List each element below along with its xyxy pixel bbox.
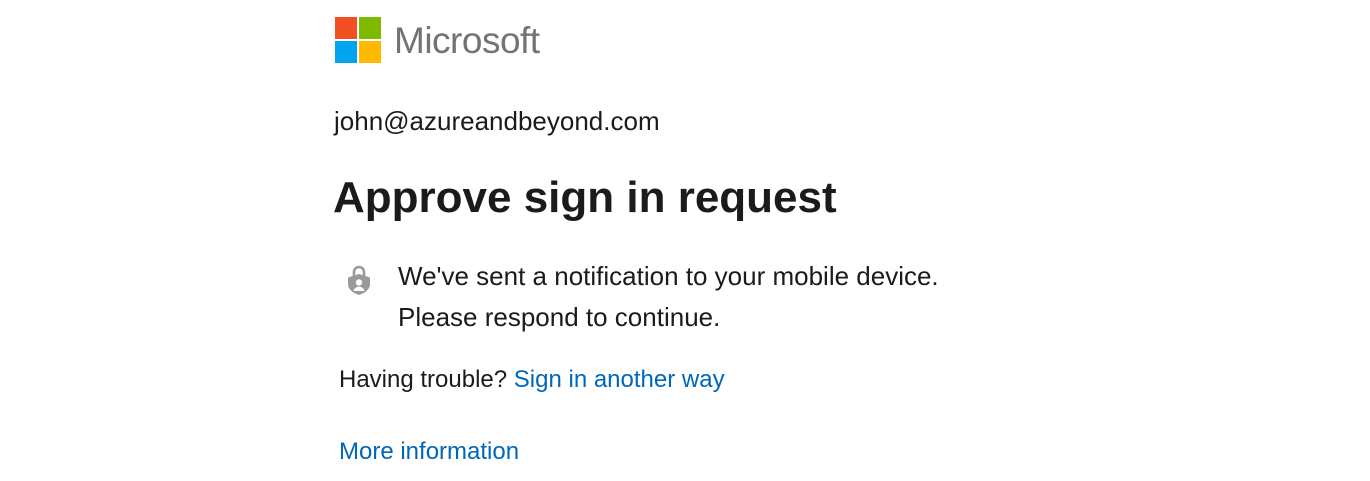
account-email: john@azureandbeyond.com (334, 106, 660, 136)
notification-message: We've sent a notification to your mobile… (343, 256, 939, 338)
notification-text: We've sent a notification to your mobile… (398, 256, 939, 338)
logo-square-green (359, 17, 381, 39)
trouble-prompt: Having trouble? (339, 366, 514, 393)
trouble-row: Having trouble? Sign in another way (339, 364, 725, 396)
notification-line-1: We've sent a notification to your mobile… (398, 261, 939, 291)
microsoft-wordmark: Microsoft (394, 19, 540, 61)
sign-in-another-way-link[interactable]: Sign in another way (514, 366, 725, 393)
logo-square-yellow (359, 41, 381, 63)
logo-square-red (335, 17, 357, 39)
microsoft-logo: Microsoft (335, 16, 540, 64)
lock-icon (348, 265, 370, 295)
page-title: Approve sign in request (333, 173, 837, 222)
logo-square-blue (335, 41, 357, 63)
more-information-link[interactable]: More information (339, 436, 519, 468)
notification-line-2: Please respond to continue. (398, 302, 721, 332)
microsoft-logo-icon (335, 17, 381, 63)
